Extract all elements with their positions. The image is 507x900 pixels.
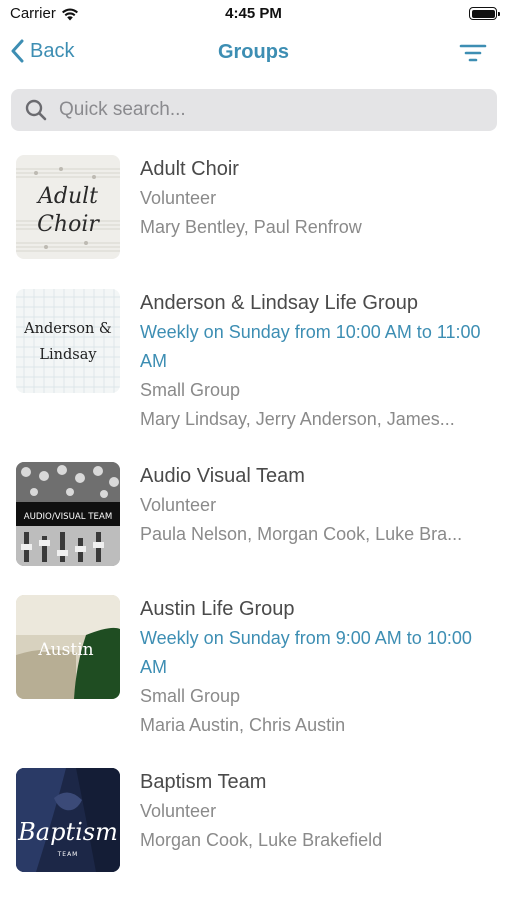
group-members: Morgan Cook, Luke Brakefield xyxy=(140,830,383,850)
group-type: Volunteer xyxy=(140,495,217,515)
thumb-text-line-1: Baptism xyxy=(17,818,118,846)
status-bar: Carrier 4:45 PM xyxy=(0,0,507,28)
group-members: Mary Lindsay, Jerry Anderson, James... xyxy=(140,409,455,429)
group-thumbnail: Austin xyxy=(16,595,120,699)
group-name: Audio Visual Team xyxy=(140,465,305,487)
group-thumbnail: AUDIO/VISUAL TEAM xyxy=(16,462,120,566)
group-name: Anderson & Lindsay Life Group xyxy=(140,292,418,314)
group-schedule: Weekly on Sunday from 10:00 AM to 11:00 … xyxy=(140,322,481,371)
thumb-text-line-2: Lindsay xyxy=(39,347,97,363)
group-row-baptism-team[interactable]: Baptism TEAM Baptism Team Volunteer Morg… xyxy=(0,767,507,877)
group-name: Austin Life Group xyxy=(140,598,295,620)
search-input[interactable] xyxy=(59,99,459,121)
group-type: Small Group xyxy=(140,686,241,706)
group-thumbnail: Adult Choir xyxy=(16,155,120,259)
thumb-text-line-1: Austin xyxy=(37,640,93,660)
group-members: Maria Austin, Chris Austin xyxy=(140,715,346,735)
group-schedule: Weekly on Sunday from 9:00 AM to 10:00 A… xyxy=(140,628,472,677)
group-thumbnail: Baptism TEAM xyxy=(16,768,120,872)
grid-paper-image: Anderson & Lindsay xyxy=(16,289,120,393)
group-type: Volunteer xyxy=(140,188,217,208)
navigation-bar: Back Groups xyxy=(0,32,507,76)
sheet-music-image: Adult Choir xyxy=(16,155,120,259)
group-members: Mary Bentley, Paul Renfrow xyxy=(140,217,362,237)
group-name: Adult Choir xyxy=(140,158,239,180)
group-row-anderson-lindsay[interactable]: Anderson & Lindsay Anderson & Lindsay Li… xyxy=(0,288,507,438)
battery-icon xyxy=(469,7,500,20)
group-row-audio-visual-team[interactable]: AUDIO/VISUAL TEAM Audio Visual Team Volu… xyxy=(0,461,507,571)
group-name: Baptism Team xyxy=(140,771,267,793)
group-type: Volunteer xyxy=(140,801,217,821)
group-row-adult-choir[interactable]: Adult Choir Adult Choir Volunteer Mary B… xyxy=(0,154,507,264)
status-time: 4:45 PM xyxy=(225,5,282,22)
thumb-text-line-2: TEAM xyxy=(57,851,79,858)
page-title: Groups xyxy=(217,41,290,63)
group-row-austin-life-group[interactable]: Austin Austin Life Group Weekly on Sunda… xyxy=(0,594,507,744)
filter-icon xyxy=(459,44,487,62)
mixing-board-image: AUDIO/VISUAL TEAM xyxy=(16,462,120,566)
group-thumbnail: Anderson & Lindsay xyxy=(16,289,120,393)
thumb-text-line-1: Adult xyxy=(36,184,98,209)
thumb-text-line-1: Anderson & xyxy=(23,321,112,337)
search-bar[interactable] xyxy=(11,89,497,131)
group-members: Paula Nelson, Morgan Cook, Luke Bra... xyxy=(140,524,463,544)
search-icon xyxy=(25,99,47,121)
austin-photo-image: Austin xyxy=(16,595,120,699)
group-type: Small Group xyxy=(140,380,241,400)
filter-button[interactable] xyxy=(459,42,487,69)
thumb-text-line-1: AUDIO/VISUAL TEAM xyxy=(24,512,113,522)
baptism-photo-image: Baptism TEAM xyxy=(16,768,120,872)
thumb-text-line-2: Choir xyxy=(37,212,100,237)
